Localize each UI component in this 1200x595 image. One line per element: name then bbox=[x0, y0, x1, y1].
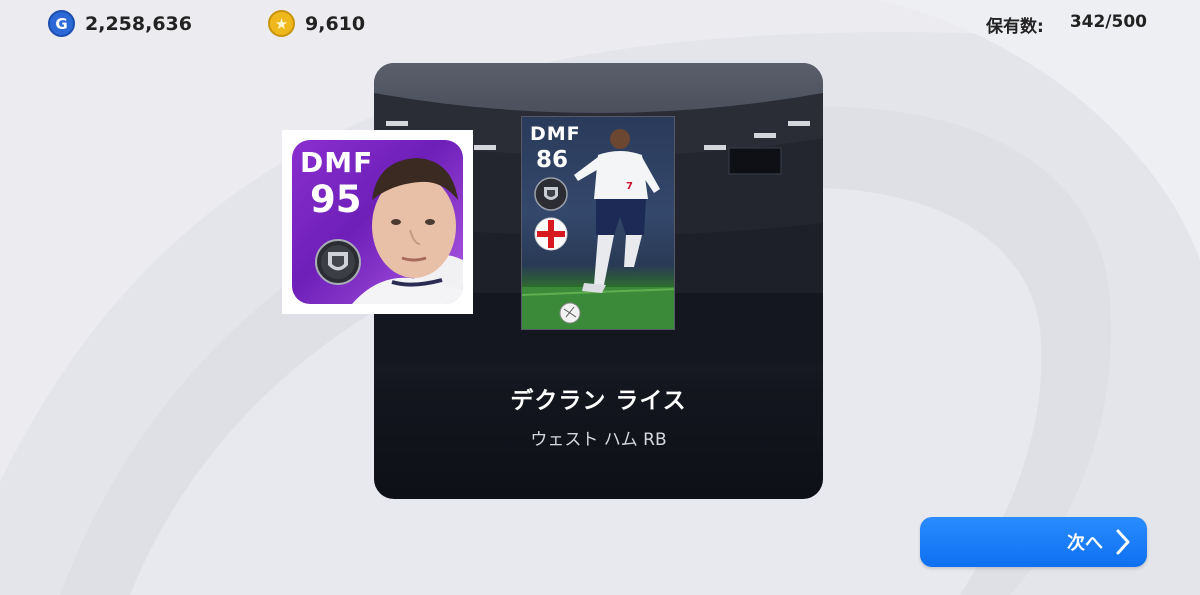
icon-position: DMF bbox=[300, 146, 374, 179]
player-name: デクラン ライス bbox=[510, 388, 687, 414]
coin-counter: ★ 9,610 bbox=[268, 10, 365, 37]
coin-star-icon: ★ bbox=[268, 10, 295, 37]
card-rating: 86 bbox=[536, 147, 569, 173]
club-badge-icon bbox=[534, 177, 568, 211]
holdings-label: 保有数: bbox=[986, 17, 1044, 37]
player-icon-card[interactable]: DMF 95 bbox=[282, 130, 473, 314]
holdings-counter: 保有数: 342/500 bbox=[986, 12, 1147, 37]
next-button[interactable]: 次へ bbox=[920, 517, 1147, 567]
icon-rating: 95 bbox=[310, 178, 362, 221]
club-badge-icon bbox=[315, 239, 361, 285]
coin-value: 9,610 bbox=[305, 12, 366, 35]
gp-counter: G 2,258,636 bbox=[48, 10, 192, 37]
chevron-right-icon bbox=[1116, 529, 1130, 555]
holdings-value: 342/500 bbox=[1069, 12, 1147, 32]
svg-text:7: 7 bbox=[626, 181, 633, 192]
gp-value: 2,258,636 bbox=[85, 12, 192, 35]
gp-icon: G bbox=[48, 10, 75, 37]
next-button-label: 次へ bbox=[1067, 533, 1103, 554]
player-icon-inner: DMF 95 bbox=[292, 140, 463, 304]
card-position: DMF bbox=[530, 123, 581, 145]
player-card[interactable]: 7 DMF 86 bbox=[521, 116, 675, 330]
team-name: ウェスト ハム RB bbox=[530, 430, 667, 450]
england-flag-icon bbox=[534, 217, 568, 251]
